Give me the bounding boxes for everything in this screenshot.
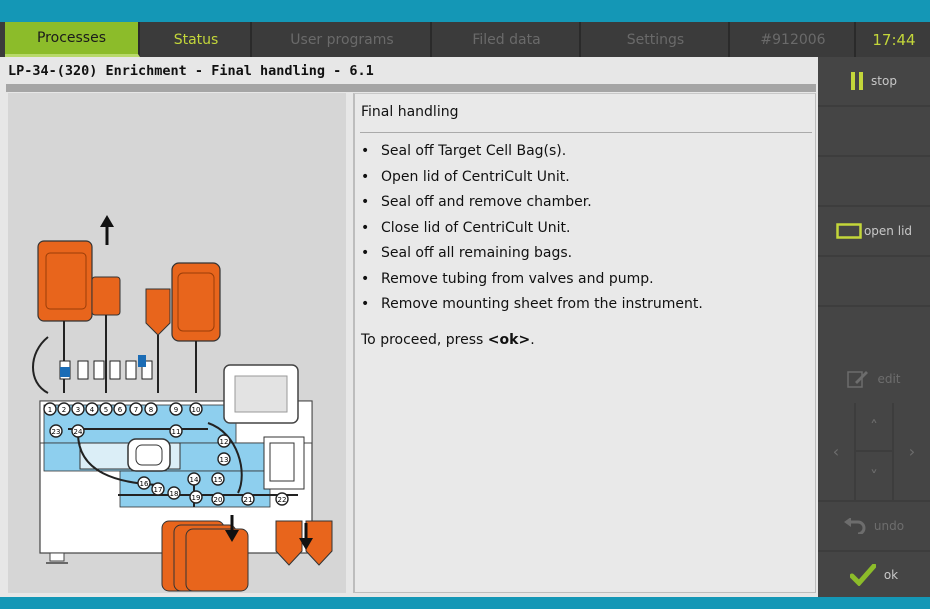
valve-number-label: 21 [244,496,253,504]
valve-number-label: 9 [174,406,178,414]
valve-number-label: 6 [118,406,123,414]
valve-number-label: 8 [149,406,153,414]
undo-button[interactable]: undo [818,502,930,550]
empty-button-slot [818,257,930,305]
heading-divider [360,132,812,133]
arrow-down-button[interactable]: ˅ [856,452,892,500]
clock: 17:44 [858,22,930,57]
valve-number-label: 15 [214,476,223,484]
valve-number-label: 1 [48,406,52,414]
valve-number-label: 18 [170,490,179,498]
device-id: #912006 [732,22,856,57]
pause-icon [851,72,864,90]
arrow-left-button[interactable]: ‹ [818,403,854,500]
tubing-set-diagram: 1 2 3 4 5 6 7 8 9 1011121314 151617 18 19 20 21 2223 24 [32,215,333,592]
arrow-right-button[interactable]: › [894,403,930,500]
bottom-accent-bar [0,597,930,609]
valve-number-label: 13 [220,456,229,464]
chevron-down-icon: ˅ [870,466,878,486]
action-sidebar: stop open lid edit ‹ ˄ ˅ › undo ok [818,57,930,597]
tab-filed-data[interactable]: Filed data [434,22,581,57]
list-item: • Seal off and remove chamber. [361,194,592,210]
arrow-up-button[interactable]: ˄ [856,403,892,450]
list-item: • Open lid of CentriCult Unit. [361,168,570,185]
list-item: • Seal off Target Cell Bag(s). [361,143,567,159]
list-item: • Close lid of CentriCult Unit. [361,219,571,236]
main-content: LP-34-(320) Enrichment - Final handling … [0,57,818,597]
chevron-right-icon: › [908,442,916,461]
main-tab-bar: Processes Status User programs Filed dat… [0,22,930,57]
valve-number-label: 7 [134,406,138,414]
valve-number-label: 2 [62,406,66,414]
top-accent-bar [0,0,930,22]
valve-number-label: 22 [278,496,287,504]
valve-number-label: 3 [76,406,80,414]
list-item: • Remove mounting sheet from the instrume… [361,296,703,312]
valve-number-label: 19 [192,494,201,502]
checkmark-icon [849,563,876,586]
arrow-pad: ‹ ˄ ˅ › [818,403,930,500]
empty-button-slot [818,107,930,155]
empty-button-slot [818,307,930,355]
edit-button[interactable]: edit [818,355,930,403]
stop-button[interactable]: stop [818,57,930,105]
up-arrow-icon [100,215,114,245]
edit-icon [847,371,869,388]
ok-button[interactable]: ok [818,552,930,597]
chevron-up-icon: ˄ [870,417,878,436]
tab-user-programs[interactable]: User programs [254,22,432,57]
instruction-heading: Final handling [361,104,459,120]
chevron-left-icon: ‹ [832,442,840,461]
valve-number-label: 20 [214,496,223,504]
valve-number-label: 12 [220,438,229,446]
tab-settings[interactable]: Settings [583,22,730,57]
valve-number-label: 10 [192,406,201,414]
valve-number-label: 16 [140,480,149,488]
valve-number-label: 23 [52,428,61,436]
tab-processes[interactable]: Processes [5,22,140,57]
valve-number-label: 4 [90,406,95,414]
open-lid-button[interactable]: open lid [818,207,930,255]
instruction-panel: Final handling • Seal off Target Cell Bag… [353,93,816,593]
list-item: • Remove tubing from valves and pump. [361,270,654,287]
empty-button-slot [818,157,930,205]
proceed-instruction: To proceed, press <ok>. [361,332,535,348]
page-title: LP-34-(320) Enrichment - Final handling … [8,63,374,79]
valve-number-label: 14 [190,476,199,484]
process-diagram-panel: 1 2 3 4 5 6 7 8 9 10 11 12 13 14 15 16 17 18 19 20 21 22 23 24 [8,93,346,593]
lid-icon [836,223,862,239]
valve-number-label: 5 [104,406,108,414]
valve-number-label: 24 [74,428,83,436]
title-separator [6,84,816,92]
list-item: • Seal off all remaining bags. [361,245,573,261]
valve-number-label: 17 [154,486,163,494]
instruction-steps: • Seal off Target Cell Bag(s). • Open lid … [361,141,703,320]
valve-number-label: 11 [172,428,181,436]
tab-status[interactable]: Status [142,22,252,57]
undo-icon [843,518,866,534]
